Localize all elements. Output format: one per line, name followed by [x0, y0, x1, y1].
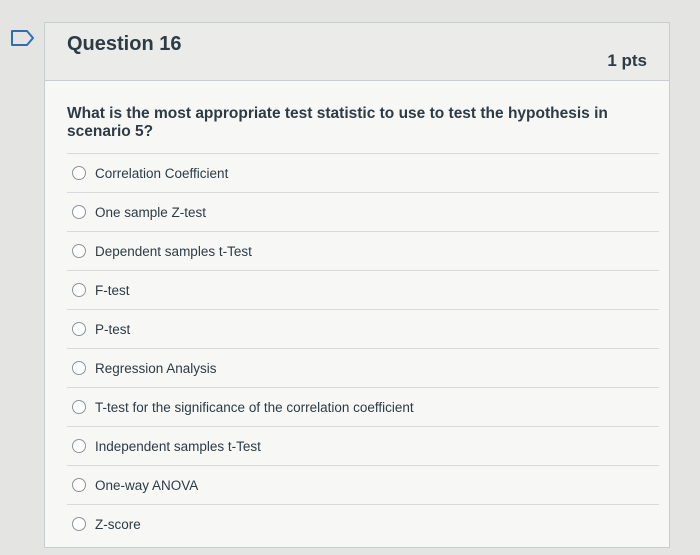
radio-button[interactable]	[72, 244, 86, 258]
answer-label: Dependent samples t-Test	[95, 243, 252, 259]
answer-label: Z-score	[95, 516, 141, 532]
answer-option[interactable]: Dependent samples t-Test	[67, 231, 659, 270]
answer-option[interactable]: Z-score	[67, 504, 659, 543]
answer-label: Regression Analysis	[95, 360, 217, 376]
flag-question-icon[interactable]	[10, 28, 36, 48]
question-points: 1 pts	[607, 51, 647, 70]
answer-list: Correlation Coefficient One sample Z-tes…	[67, 153, 659, 543]
radio-button[interactable]	[72, 205, 86, 219]
question-header: Question 16 1 pts	[45, 23, 669, 81]
question-card: Question 16 1 pts What is the most appro…	[44, 22, 670, 548]
answer-option[interactable]: One sample Z-test	[67, 192, 659, 231]
answer-option[interactable]: Correlation Coefficient	[67, 153, 659, 192]
answer-option[interactable]: P-test	[67, 309, 659, 348]
answer-option[interactable]: T-test for the significance of the corre…	[67, 387, 659, 426]
answer-label: T-test for the significance of the corre…	[95, 399, 414, 415]
question-title: Question 16	[67, 33, 182, 55]
radio-button[interactable]	[72, 283, 86, 297]
answer-label: F-test	[95, 282, 130, 298]
answer-label: One-way ANOVA	[95, 477, 199, 493]
radio-button[interactable]	[72, 322, 86, 336]
radio-button[interactable]	[72, 517, 86, 531]
answer-option[interactable]: Regression Analysis	[67, 348, 659, 387]
radio-button[interactable]	[72, 400, 86, 414]
radio-button[interactable]	[72, 166, 86, 180]
radio-button[interactable]	[72, 439, 86, 453]
answer-option[interactable]: One-way ANOVA	[67, 465, 659, 504]
answer-label: One sample Z-test	[95, 204, 207, 220]
answer-label: Correlation Coefficient	[95, 165, 229, 181]
radio-button[interactable]	[72, 361, 86, 375]
answer-label: P-test	[95, 321, 131, 337]
answer-label: Independent samples t-Test	[95, 438, 261, 454]
answer-option[interactable]: Independent samples t-Test	[67, 426, 659, 465]
question-text: What is the most appropriate test statis…	[67, 105, 608, 140]
answer-option[interactable]: F-test	[67, 270, 659, 309]
radio-button[interactable]	[72, 478, 86, 492]
quiz-page: Question 16 1 pts What is the most appro…	[0, 0, 700, 555]
